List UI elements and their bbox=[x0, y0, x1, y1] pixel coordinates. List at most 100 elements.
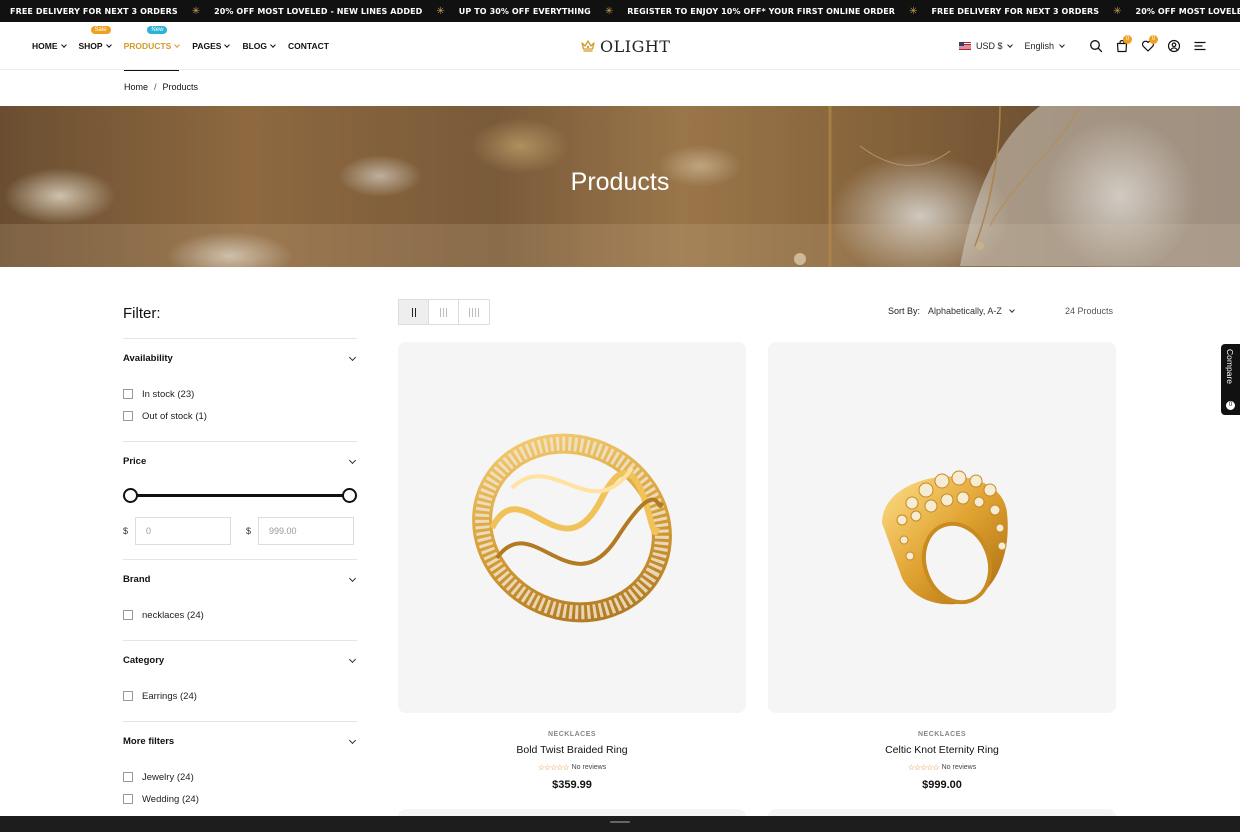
product-image[interactable] bbox=[398, 342, 746, 713]
nav-products-label: PRODUCTS bbox=[123, 41, 172, 51]
eternity-ring-image bbox=[882, 470, 1008, 604]
nav-home[interactable]: HOME bbox=[32, 22, 67, 70]
site-header: HOME Sale SHOP New PRODUCTS PAGES BLOG C… bbox=[0, 22, 1240, 71]
filter-option-necklaces[interactable]: necklaces (24) bbox=[123, 604, 357, 626]
compare-tab[interactable]: Compare 0 bbox=[1221, 344, 1240, 415]
crown-logo-icon bbox=[581, 40, 595, 52]
wishlist-button[interactable]: 0 bbox=[1138, 35, 1158, 56]
price-min-input[interactable]: 0 bbox=[135, 517, 232, 545]
grid-3-button[interactable] bbox=[429, 300, 459, 324]
checkbox[interactable] bbox=[123, 389, 133, 399]
filter-availability-toggle[interactable]: Availability bbox=[123, 353, 357, 364]
nav-contact[interactable]: CONTACT bbox=[288, 22, 329, 70]
bottom-drawer-bar[interactable] bbox=[0, 816, 1240, 832]
sale-badge: Sale bbox=[90, 26, 111, 34]
filter-option-in-stock[interactable]: In stock (23) bbox=[123, 383, 357, 405]
grid-3-icon-bar bbox=[446, 307, 447, 317]
product-count: 24 Products bbox=[1065, 306, 1114, 316]
grid-2-icon-bar bbox=[414, 307, 416, 317]
drawer-handle[interactable] bbox=[610, 821, 630, 823]
filter-option-out-of-stock[interactable]: Out of stock (1) bbox=[123, 405, 357, 427]
filter-option-jewelry[interactable]: Jewelry (24) bbox=[123, 766, 357, 788]
nav-contact-label: CONTACT bbox=[288, 41, 329, 51]
product-rating: ☆☆☆☆☆ No reviews bbox=[768, 763, 1116, 772]
filter-brand: Brand necklaces (24) bbox=[123, 560, 357, 641]
product-card: NECKLACES Bold Twist Braided Ring ☆☆☆☆☆ … bbox=[398, 342, 746, 791]
filter-option-wedding[interactable]: Wedding (24) bbox=[123, 788, 357, 810]
breadcrumb-home[interactable]: Home bbox=[124, 82, 148, 92]
nav-products[interactable]: New PRODUCTS bbox=[123, 22, 181, 71]
compare-label: Compare bbox=[1225, 349, 1235, 384]
price-max-handle[interactable] bbox=[342, 488, 357, 503]
chevron-down-icon bbox=[1009, 306, 1015, 313]
announcement-text: 20% OFF MOST LOVELED - NEW LINES ADDED bbox=[214, 6, 423, 16]
language-selector[interactable]: English bbox=[1024, 41, 1065, 51]
filter-brand-toggle[interactable]: Brand bbox=[123, 574, 357, 585]
price-range-slider[interactable] bbox=[123, 486, 357, 506]
price-min-handle[interactable] bbox=[123, 488, 138, 503]
filter-price-toggle[interactable]: Price bbox=[123, 456, 357, 467]
filter-more-toggle[interactable]: More filters bbox=[123, 736, 357, 747]
breadcrumb-current: Products bbox=[162, 82, 199, 92]
search-button[interactable] bbox=[1086, 36, 1106, 56]
account-button[interactable] bbox=[1164, 36, 1184, 56]
filter-option-earrings[interactable]: Earrings (24) bbox=[123, 685, 357, 707]
checkbox[interactable] bbox=[123, 794, 133, 804]
review-count: No reviews bbox=[941, 764, 977, 771]
currency-selector[interactable]: USD $ bbox=[958, 41, 1014, 51]
filter-availability-label: Availability bbox=[123, 353, 173, 364]
checkbox[interactable] bbox=[123, 411, 133, 421]
nav-pages-label: PAGES bbox=[192, 41, 222, 51]
cart-count: 0 bbox=[1123, 35, 1132, 44]
header-actions: USD $ English 0 0 bbox=[958, 22, 1210, 70]
filter-availability: Availability In stock (23) Out of stock … bbox=[123, 339, 357, 442]
sort-value: Alphabetically, A-Z bbox=[928, 306, 1002, 316]
product-card: NECKLACES Celtic Knot Eternity Ring ☆☆☆☆… bbox=[768, 342, 1116, 791]
sparkle-icon: ✳ bbox=[909, 5, 918, 17]
filter-category-label: Category bbox=[123, 655, 165, 666]
currency-symbol: $ bbox=[246, 526, 252, 536]
user-icon bbox=[1167, 39, 1181, 53]
product-image[interactable] bbox=[768, 342, 1116, 713]
product-title[interactable]: Bold Twist Braided Ring bbox=[398, 744, 746, 756]
chevron-down-icon bbox=[348, 736, 357, 744]
cart-button[interactable]: 0 bbox=[1112, 35, 1132, 56]
language-label: English bbox=[1024, 41, 1054, 51]
checkbox[interactable] bbox=[123, 610, 133, 620]
grid-4-button[interactable] bbox=[459, 300, 489, 324]
braided-ring-image bbox=[472, 433, 672, 622]
grid-2-button[interactable] bbox=[399, 300, 429, 324]
filter-sidebar: Filter: Availability In stock (23) Out o… bbox=[123, 300, 357, 824]
nav-pages[interactable]: PAGES bbox=[192, 22, 231, 70]
grid-4-icon-bar bbox=[478, 307, 479, 317]
filter-more-label: More filters bbox=[123, 736, 175, 747]
price-max-input[interactable]: 999.00 bbox=[258, 517, 355, 545]
grid-2-icon bbox=[411, 307, 413, 317]
announcement-bar: FREE DELIVERY FOR NEXT 3 ORDERS ✳ 20% OF… bbox=[0, 0, 1240, 22]
announcement-text: REGISTER TO ENJOY 10% OFF* YOUR FIRST ON… bbox=[627, 6, 896, 16]
filter-category-toggle[interactable]: Category bbox=[123, 655, 357, 666]
nav-shop[interactable]: Sale SHOP bbox=[79, 22, 112, 70]
filter-brand-label: Brand bbox=[123, 574, 151, 585]
nav-home-label: HOME bbox=[32, 41, 58, 51]
checkbox[interactable] bbox=[123, 691, 133, 701]
menu-button[interactable] bbox=[1190, 36, 1210, 56]
product-title[interactable]: Celtic Knot Eternity Ring bbox=[768, 744, 1116, 756]
page-title: Products bbox=[570, 168, 670, 196]
sort-select[interactable]: Alphabetically, A-Z bbox=[928, 306, 1015, 316]
star-rating-icon: ☆☆☆☆☆ bbox=[907, 763, 940, 772]
price-inputs: $ 0 $ 999.00 bbox=[123, 517, 357, 545]
us-flag-icon bbox=[958, 42, 971, 50]
filter-option-label: Jewelry (24) bbox=[142, 771, 194, 783]
sparkle-icon: ✳ bbox=[604, 5, 614, 17]
filter-category: Category Earrings (24) bbox=[123, 641, 357, 722]
filter-option-label: necklaces (24) bbox=[142, 609, 204, 621]
nav-blog[interactable]: BLOG bbox=[242, 22, 276, 70]
site-logo[interactable]: OLIGHT bbox=[580, 33, 670, 59]
product-price: $999.00 bbox=[922, 779, 962, 791]
chevron-down-icon bbox=[348, 353, 357, 361]
filter-category-options: Earrings (24) bbox=[123, 685, 357, 707]
filter-option-label: Wedding (24) bbox=[142, 793, 199, 805]
checkbox[interactable] bbox=[123, 772, 133, 782]
chevron-down-icon bbox=[60, 41, 67, 48]
